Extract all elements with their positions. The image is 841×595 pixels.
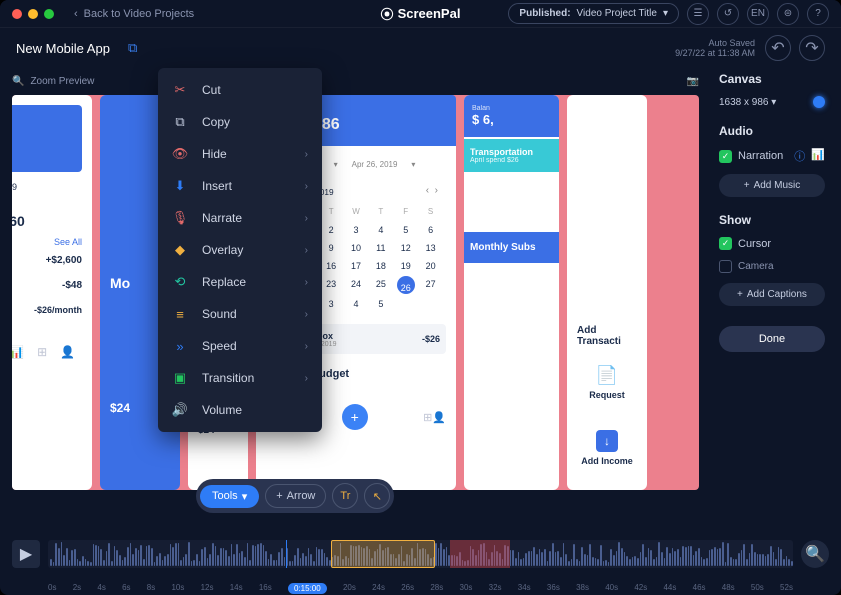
ctx-cut[interactable]: ✂Cut (158, 74, 322, 106)
camera-label: Camera (738, 261, 774, 272)
transition-icon: ▣ (172, 370, 188, 386)
autosave-status: Auto Saved 9/27/22 at 11:38 AM (675, 38, 755, 58)
cursor-label: Cursor (738, 238, 771, 250)
timeline-marks: 0s2s4s6s8s10s12s14s16s0:15:0020s24s26s28… (0, 583, 841, 595)
chevron-right-icon: › (305, 373, 308, 384)
ctx-sound[interactable]: ≡Sound› (158, 298, 322, 330)
back-button[interactable]: ‹ Back to Video Projects (74, 8, 194, 20)
ctx-hide[interactable]: 👁Hide› (158, 138, 322, 170)
speed-icon: » (172, 338, 188, 354)
add-music-button[interactable]: +Add Music (719, 174, 825, 197)
language-button[interactable]: EN (747, 3, 769, 25)
ctx-replace[interactable]: ⟲Replace› (158, 266, 322, 298)
mockup-phone-1: VISA Mandi Balanc $ 6, 26, 2019 Income $… (12, 95, 92, 490)
cursor-tool-button[interactable]: ↖ (364, 483, 390, 509)
properties-panel: Canvas 1638 x 986 ▾ Audio ✓ Narration ⓘ … (711, 68, 841, 523)
mockup-phone-5: Balan $ 6, Transportation April spend $2… (464, 95, 559, 490)
chevron-down-icon: ▾ (663, 8, 668, 19)
brand-logo: ⦿ ScreenPal (381, 4, 461, 23)
add-captions-button[interactable]: +Add Captions (719, 283, 825, 306)
share-icon[interactable]: ⊜ (777, 3, 799, 25)
project-title[interactable]: New Mobile App ⧉ (16, 40, 137, 56)
timeline-segment-cut[interactable] (450, 540, 510, 568)
show-section-header: Show (719, 213, 825, 227)
copy-icon: ⧉ (172, 114, 188, 130)
overlay-icon: ◆ (172, 242, 188, 258)
canvas-dimensions[interactable]: 1638 x 986 ▾ (719, 97, 776, 108)
settings-icon[interactable]: ☰ (687, 3, 709, 25)
ctx-transition[interactable]: ▣Transition› (158, 362, 322, 394)
canvas-color-toggle[interactable] (813, 96, 825, 108)
cut-icon: ✂ (172, 82, 188, 98)
info-icon[interactable]: ⓘ (794, 148, 805, 164)
publish-dropdown[interactable]: Published: Video Project Title ▾ (508, 3, 679, 24)
ctx-speed[interactable]: »Speed› (158, 330, 322, 362)
hide-icon: 👁 (172, 146, 188, 162)
audio-section-header: Audio (719, 124, 825, 138)
timeline-search-button[interactable]: 🔍 (801, 540, 829, 568)
back-label: Back to Video Projects (84, 8, 194, 20)
ctx-overlay[interactable]: ◆Overlay› (158, 234, 322, 266)
text-tool-button[interactable]: Tr (332, 483, 358, 509)
ctx-narrate[interactable]: 🎙Narrate› (158, 202, 322, 234)
replace-icon: ⟲ (172, 274, 188, 290)
ctx-volume[interactable]: 🔊Volume (158, 394, 322, 426)
chevron-right-icon: › (305, 277, 308, 288)
zoom-icon: 🔍 (12, 76, 24, 87)
ctx-insert[interactable]: ⬇Insert› (158, 170, 322, 202)
help-icon[interactable]: ? (807, 3, 829, 25)
chevron-right-icon: › (305, 149, 308, 160)
arrow-tool-button[interactable]: +Arrow (265, 484, 326, 508)
tools-toolbar: Tools▾ +Arrow Tr ↖ (196, 479, 394, 513)
volume-icon: 🔊 (172, 402, 188, 418)
video-preview: VISA Mandi Balanc $ 6, 26, 2019 Income $… (12, 95, 699, 490)
timeline-track[interactable] (48, 540, 793, 568)
timeline-segment-overlay[interactable] (331, 540, 435, 568)
redo-button[interactable]: ↷ (799, 35, 825, 61)
logo-icon: ⦿ (381, 4, 394, 23)
narration-label: Narration (738, 150, 783, 162)
cursor-checkbox[interactable]: ✓ (719, 237, 732, 250)
sound-icon: ≡ (172, 306, 188, 322)
undo-button[interactable]: ↶ (765, 35, 791, 61)
canvas-section-header: Canvas (719, 72, 825, 86)
chevron-right-icon: › (305, 213, 308, 224)
narration-checkbox[interactable]: ✓ (719, 150, 732, 163)
playhead[interactable] (286, 540, 287, 568)
done-button[interactable]: Done (719, 326, 825, 352)
ctx-copy[interactable]: ⧉Copy (158, 106, 322, 138)
camera-icon[interactable]: 📷 (687, 76, 699, 87)
play-button[interactable]: ▶ (12, 540, 40, 568)
zoom-preview-button[interactable]: 🔍 Zoom Preview (12, 76, 94, 87)
insert-icon: ⬇ (172, 178, 188, 194)
chevron-left-icon: ‹ (74, 8, 78, 20)
popout-icon[interactable]: ⧉ (128, 40, 137, 56)
history-icon[interactable]: ↺ (717, 3, 739, 25)
chevron-right-icon: › (305, 181, 308, 192)
window-controls[interactable] (12, 9, 54, 19)
chevron-right-icon: › (305, 309, 308, 320)
chevron-right-icon: › (305, 245, 308, 256)
edit-context-menu: ✂Cut⧉Copy👁Hide›⬇Insert›🎙Narrate›◆Overlay… (158, 68, 322, 432)
tools-dropdown[interactable]: Tools▾ (200, 485, 259, 508)
mockup-phone-6: Add Transacti 📄 Request ↓ Add Income (567, 95, 647, 490)
narrate-icon: 🎙 (172, 210, 188, 226)
levels-icon[interactable]: 📊 (811, 148, 825, 164)
camera-checkbox[interactable] (719, 260, 732, 273)
chevron-right-icon: › (305, 341, 308, 352)
